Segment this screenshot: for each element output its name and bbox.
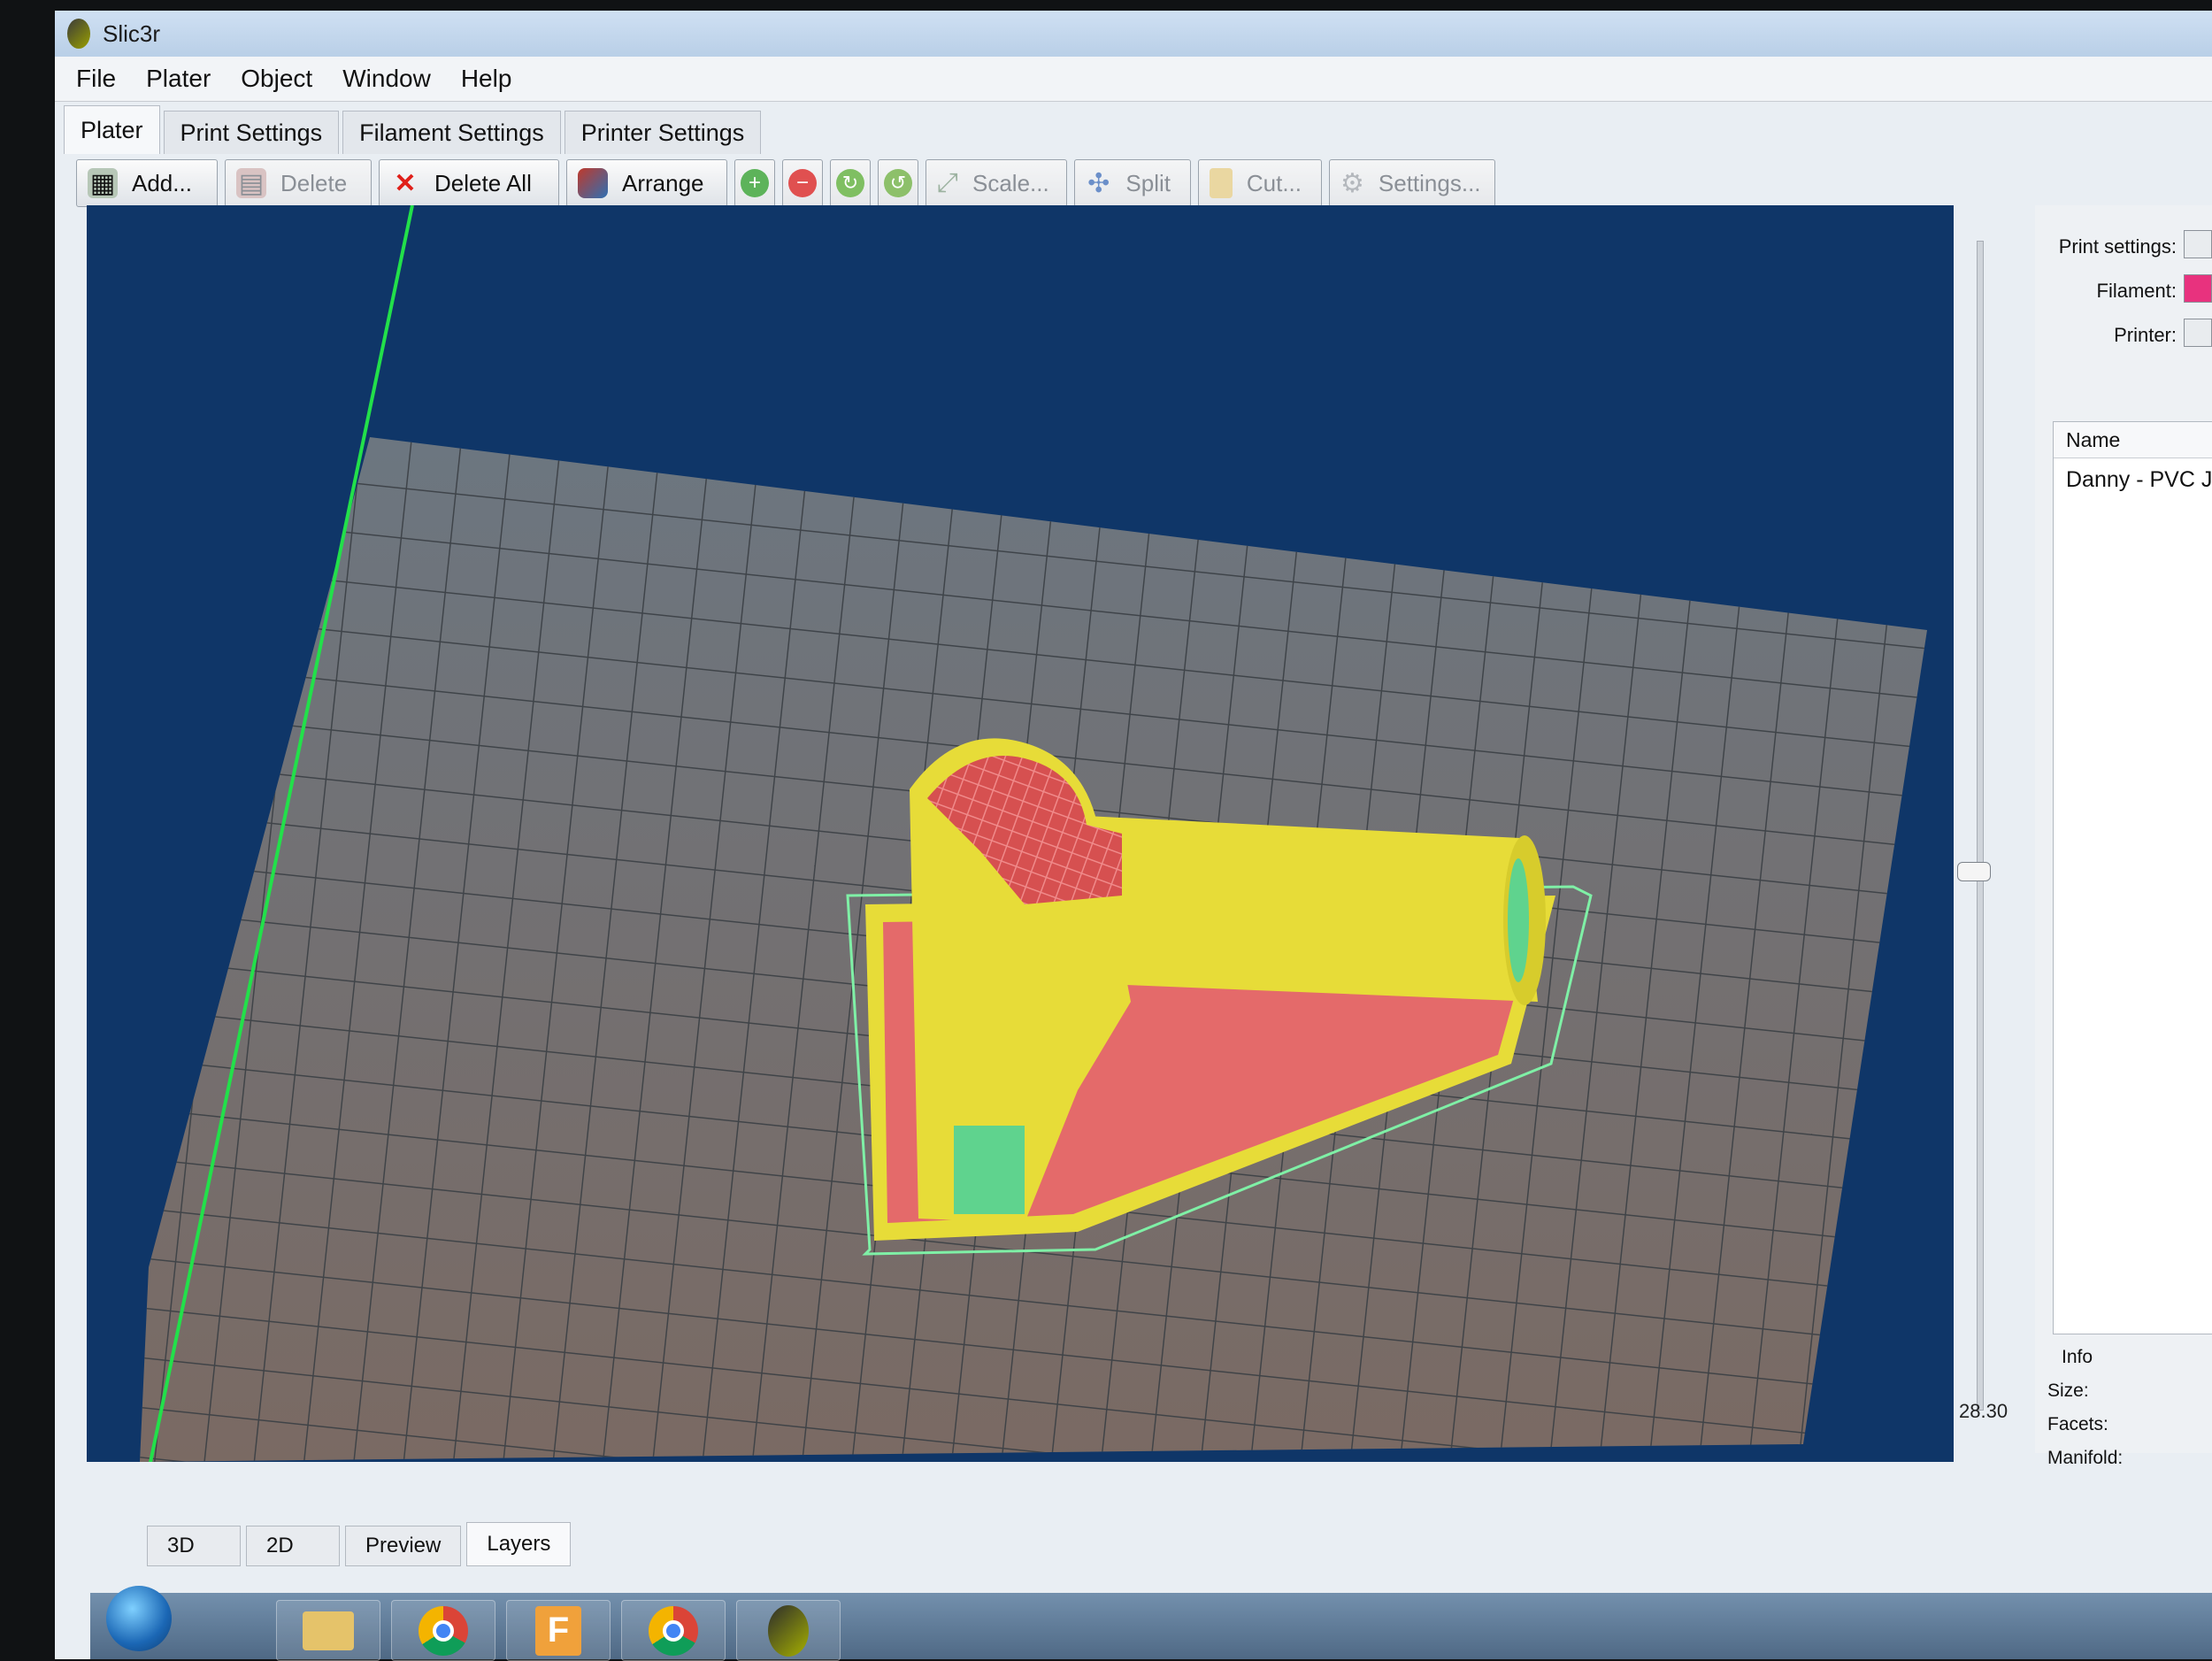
slic3r-app-icon (67, 19, 90, 49)
delete-all-button[interactable]: ✕ Delete All (379, 159, 559, 207)
slic3r-window: Slic3r File Plater Object Window Help Pl… (55, 11, 2212, 1659)
right-panel: Print settings: Filament: Printer: Name … (2035, 205, 2212, 1468)
filament-label: Filament: (2096, 280, 2177, 302)
add-object-icon: ▦ (88, 168, 118, 198)
taskbar-chrome-2[interactable] (621, 1600, 726, 1661)
arm-perimeter-shell (1087, 816, 1538, 1002)
slic3r-taskbar-icon (768, 1604, 809, 1657)
view-tab-2d[interactable]: 2D (246, 1526, 340, 1566)
taskbar-fusion360[interactable]: F (506, 1600, 611, 1661)
cut-button-label: Cut... (1246, 169, 1302, 196)
menu-file[interactable]: File (76, 65, 116, 93)
view-tab-preview[interactable]: Preview (345, 1526, 462, 1566)
arrange-button[interactable]: Arrange (566, 159, 727, 207)
filament-color-swatch[interactable] (2184, 274, 2212, 303)
taskbar-explorer[interactable] (276, 1600, 380, 1661)
tab-plater[interactable]: Plater (64, 105, 160, 154)
chrome-icon (419, 1605, 468, 1656)
3d-preview-viewport[interactable] (87, 205, 1954, 1462)
taskbar-chrome[interactable] (391, 1600, 495, 1661)
window-title: Slic3r (103, 19, 161, 47)
print-settings-label: Print settings: (2058, 235, 2177, 258)
delete-all-x-icon: ✕ (394, 168, 417, 198)
fusion360-icon: F (535, 1605, 581, 1656)
view-tab-3d[interactable]: 3D (147, 1526, 241, 1566)
main-tabs: Plater Print Settings Filament Settings … (64, 104, 762, 154)
gear-icon: ⚙ (1340, 168, 1364, 198)
rotate-ccw-button[interactable]: ↺ (878, 159, 918, 207)
bottom-support-column (954, 1126, 1025, 1214)
list-item[interactable]: Danny - PVC Jo (2054, 458, 2212, 493)
menu-object[interactable]: Object (241, 65, 312, 93)
tab-printer-settings[interactable]: Printer Settings (564, 111, 762, 154)
menu-bar: File Plater Object Window Help (55, 57, 2212, 102)
rotate-cw-icon: ↻ (836, 169, 864, 197)
taskbar-slic3r[interactable] (736, 1600, 841, 1661)
layer-height-slider-track[interactable] (1977, 241, 1984, 1411)
info-size-label: Size: (2047, 1380, 2089, 1401)
start-button[interactable] (106, 1586, 172, 1651)
plus-icon: + (741, 169, 769, 197)
tab-print-settings[interactable]: Print Settings (163, 111, 340, 154)
split-button[interactable]: ✣ Split (1074, 159, 1191, 207)
view-mode-tabs: 3D 2D Preview Layers (147, 1522, 572, 1566)
chrome-icon-2 (649, 1605, 698, 1656)
object-list[interactable]: Name Danny - PVC Jo (2053, 421, 2212, 1334)
info-title: Info (2062, 1347, 2093, 1367)
layer-height-value: 28.30 (1959, 1400, 2008, 1422)
arm-end-support (1508, 858, 1529, 982)
menu-help[interactable]: Help (461, 65, 512, 93)
settings-button-label: Settings... (1378, 169, 1481, 196)
delete-button[interactable]: ▤ Delete (225, 159, 372, 207)
decrease-copies-button[interactable]: − (782, 159, 823, 207)
rotate-ccw-icon: ↺ (884, 169, 912, 197)
plater-toolbar: ▦ Add... ▤ Delete ✕ Delete All Arrange +… (76, 158, 1495, 209)
split-button-label: Split (1125, 169, 1171, 196)
view-tab-layers[interactable]: Layers (466, 1522, 572, 1566)
minus-icon: − (788, 169, 817, 197)
scale-icon: ⤢ (937, 168, 958, 197)
add-button-label: Add... (132, 169, 192, 196)
title-bar: Slic3r (55, 11, 2212, 57)
cut-button[interactable]: Cut... (1198, 159, 1322, 207)
layer-height-slider-handle[interactable] (1957, 862, 1991, 881)
split-icon: ✣ (1087, 168, 1110, 198)
scale-button-label: Scale... (972, 169, 1049, 196)
menu-plater[interactable]: Plater (146, 65, 211, 93)
cut-icon (1210, 168, 1233, 198)
arrange-button-label: Arrange (622, 169, 704, 196)
tab-filament-settings[interactable]: Filament Settings (342, 111, 561, 154)
object-settings-button[interactable]: ⚙ Settings... (1329, 159, 1495, 207)
windows-taskbar: F (90, 1586, 2212, 1661)
sliced-model-canvas (140, 205, 1927, 1462)
object-list-header-name[interactable]: Name (2054, 422, 2212, 458)
delete-button-label: Delete (280, 169, 348, 196)
printer-label: Printer: (2114, 324, 2177, 346)
folder-icon (303, 1611, 354, 1650)
menu-window[interactable]: Window (342, 65, 431, 93)
add-button[interactable]: ▦ Add... (76, 159, 218, 207)
scale-button[interactable]: ⤢ Scale... (926, 159, 1067, 207)
increase-copies-button[interactable]: + (734, 159, 775, 207)
info-manifold-label: Manifold: (2047, 1448, 2124, 1468)
print-settings-selector[interactable] (2184, 230, 2212, 258)
delete-all-button-label: Delete All (434, 169, 532, 196)
rotate-cw-button[interactable]: ↻ (830, 159, 871, 207)
delete-object-icon: ▤ (236, 168, 266, 198)
printer-selector[interactable] (2184, 319, 2212, 347)
arrange-icon (578, 168, 608, 198)
info-facets-label: Facets: (2047, 1414, 2108, 1434)
